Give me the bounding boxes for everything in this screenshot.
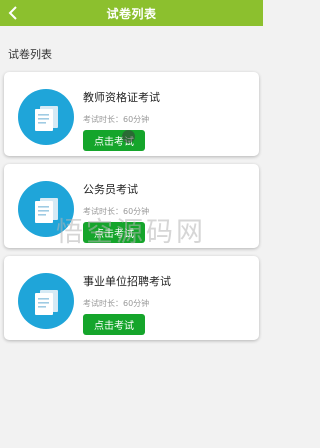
exam-card[interactable]: 事业单位招聘考试 考试时长：60分钟 点击考试 — [4, 256, 259, 340]
chevron-left-icon — [8, 6, 17, 20]
touch-cursor — [122, 130, 135, 143]
exam-duration: 考试时长：60分钟 — [83, 299, 150, 308]
exam-duration: 考试时长：60分钟 — [83, 115, 150, 124]
document-icon — [18, 181, 74, 237]
exam-title: 事业单位招聘考试 — [83, 275, 171, 288]
document-icon — [18, 273, 74, 329]
exam-card[interactable]: 公务员考试 考试时长：60分钟 点击考试 — [4, 164, 259, 248]
start-exam-button[interactable]: 点击考试 — [83, 314, 145, 335]
app-header: 试卷列表 — [0, 0, 263, 26]
exam-title: 教师资格证考试 — [83, 91, 160, 104]
start-exam-button[interactable]: 点击考试 — [83, 222, 145, 243]
exam-card[interactable]: 教师资格证考试 考试时长：60分钟 点击考试 — [4, 72, 259, 156]
start-exam-button[interactable]: 点击考试 — [83, 130, 145, 151]
exam-title: 公务员考试 — [83, 183, 138, 196]
exam-duration: 考试时长：60分钟 — [83, 207, 150, 216]
document-icon — [18, 89, 74, 145]
back-button[interactable] — [5, 5, 21, 21]
page-title: 试卷列表 — [106, 6, 157, 21]
